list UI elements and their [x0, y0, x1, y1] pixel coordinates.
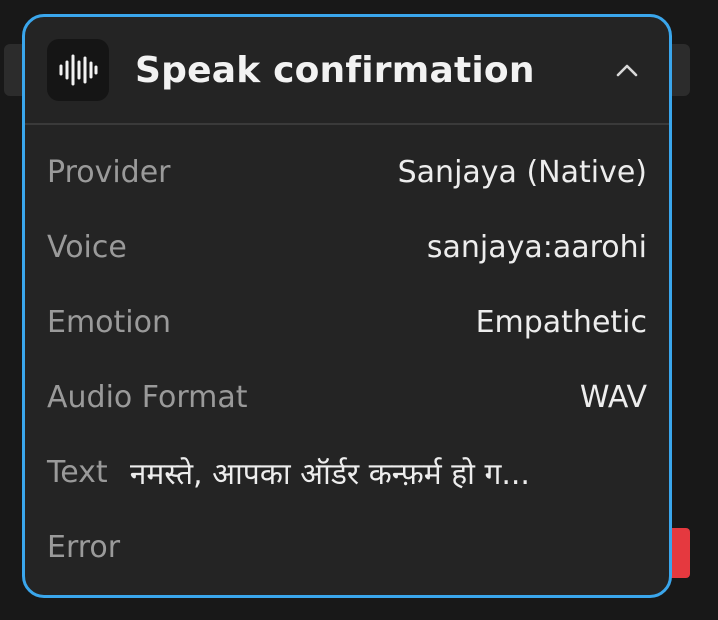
field-label: Error [47, 530, 121, 565]
field-label: Emotion [47, 305, 171, 340]
field-value: नमस्ते, आपका ऑर्डर कन्फ़र्म हो ग... [129, 457, 530, 492]
node-fields: Provider Sanjaya (Native) Voice sanjaya:… [25, 125, 669, 585]
field-row-provider: Provider Sanjaya (Native) [47, 135, 647, 210]
field-label: Voice [47, 230, 127, 265]
field-row-text: Text नमस्ते, आपका ऑर्डर कन्फ़र्म हो ग... [47, 435, 647, 510]
field-value: Empathetic [475, 305, 647, 340]
field-value: WAV [579, 380, 647, 415]
field-value: sanjaya:aarohi [426, 230, 647, 265]
field-label: Audio Format [47, 380, 248, 415]
canvas: Speak confirmation Provider Sanjaya (Nat… [0, 0, 718, 620]
speak-node-card[interactable]: Speak confirmation Provider Sanjaya (Nat… [22, 14, 672, 598]
field-row-audio-format: Audio Format WAV [47, 360, 647, 435]
audio-waveform-icon [47, 39, 109, 101]
chevron-up-icon[interactable] [609, 52, 645, 88]
field-row-error: Error [47, 510, 647, 585]
field-row-emotion: Emotion Empathetic [47, 285, 647, 360]
field-value: Sanjaya (Native) [397, 155, 647, 190]
node-header[interactable]: Speak confirmation [25, 17, 669, 125]
field-label: Text [47, 455, 108, 490]
field-row-voice: Voice sanjaya:aarohi [47, 210, 647, 285]
field-label: Provider [47, 155, 171, 190]
node-title: Speak confirmation [135, 49, 535, 91]
